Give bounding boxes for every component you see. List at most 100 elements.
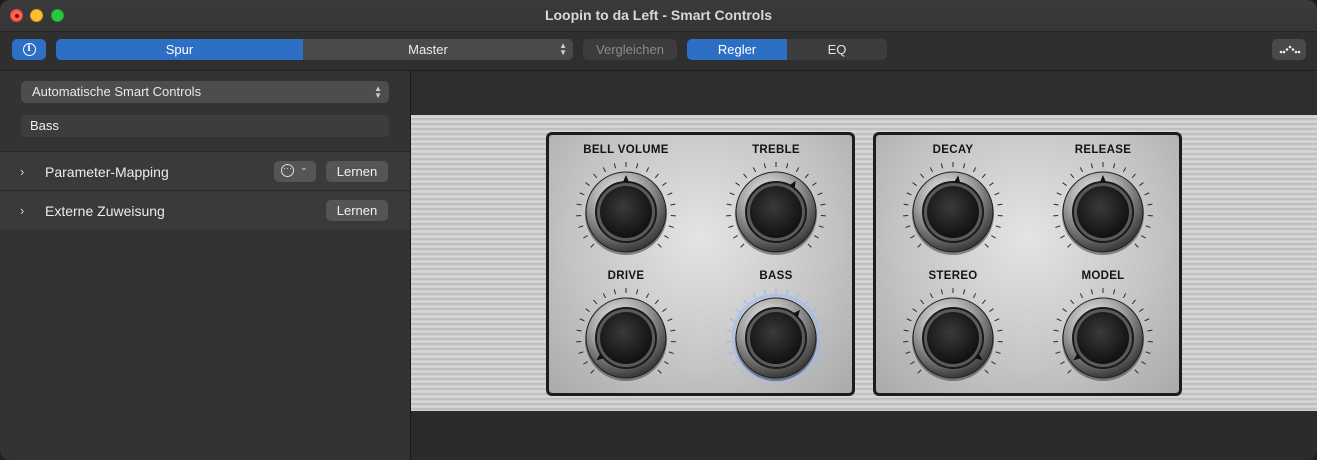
- knob-tick: [1144, 192, 1150, 196]
- knob-tick: [602, 293, 607, 299]
- smart-controls-window: Loopin to da Left - Smart Controls i Spu…: [0, 0, 1317, 460]
- knob-tick: [1062, 308, 1067, 312]
- chevron-updown-icon: ▲ ▼: [559, 41, 567, 57]
- knob-tick: [817, 192, 823, 196]
- knob-tick: [1113, 163, 1116, 169]
- dropdown-value: Automatische Smart Controls: [32, 84, 202, 99]
- knob-tick: [981, 173, 986, 179]
- knob-tick: [657, 369, 662, 374]
- knob-label-stereo: STEREO: [928, 270, 978, 282]
- knob-tick: [991, 235, 996, 239]
- knob-tick: [1053, 203, 1059, 206]
- knob-tick: [636, 289, 639, 295]
- knob-tick: [994, 318, 1000, 322]
- knob-tick: [1070, 299, 1075, 305]
- knob-tick: [912, 308, 917, 312]
- knob-tick: [804, 173, 809, 179]
- knob-tick: [1144, 318, 1150, 322]
- toolbar: i Spur Master ▲ ▼ Vergleichen Regler EQ: [0, 32, 1317, 71]
- master-segment[interactable]: Master ▲ ▼: [303, 39, 573, 60]
- knob-tick: [602, 167, 607, 173]
- knob-tick: [812, 308, 817, 312]
- decay-knob[interactable]: [901, 160, 1005, 264]
- knob-tick: [920, 173, 925, 179]
- window-title: Loopin to da Left - Smart Controls: [544, 7, 773, 23]
- learn-button-external-assignment[interactable]: Lernen: [326, 200, 388, 221]
- knob-tick: [995, 225, 1001, 228]
- knob-tick: [995, 351, 1001, 354]
- tab-eq[interactable]: EQ: [787, 39, 887, 60]
- knob-tick: [817, 318, 823, 322]
- knob-tick: [814, 361, 819, 365]
- knob-tick: [1055, 351, 1061, 354]
- knob-tick: [729, 318, 735, 322]
- knob-cap: [927, 186, 979, 238]
- knob-tick: [735, 308, 740, 312]
- knob-tick: [1141, 361, 1146, 365]
- tab-regler[interactable]: Regler: [687, 39, 787, 60]
- knob-tick: [578, 225, 584, 228]
- knob-tick: [1134, 243, 1139, 248]
- knob-tick: [1147, 203, 1153, 206]
- knob-tick: [593, 173, 598, 179]
- knob-tick: [912, 182, 917, 186]
- treble-knob[interactable]: [724, 160, 828, 264]
- knob-tick: [1113, 289, 1116, 295]
- inspector-panel: Automatische Smart Controls ▲ ▼ Bass › Pa…: [0, 71, 411, 460]
- stereo-knob[interactable]: [901, 286, 1005, 390]
- peak-view-button[interactable]: [1272, 39, 1306, 60]
- knob-tick: [1145, 225, 1151, 228]
- compare-button[interactable]: Vergleichen: [583, 39, 677, 60]
- knob-tick: [1067, 369, 1072, 374]
- smart-controls-name-field[interactable]: Bass: [21, 115, 389, 137]
- knob-tick: [903, 329, 909, 332]
- more-options-button[interactable]: ··· ⌄: [274, 161, 316, 182]
- learn-button-parameter-mapping[interactable]: Lernen: [326, 161, 388, 182]
- knob-tick: [583, 361, 588, 365]
- knob-tick: [1070, 173, 1075, 179]
- knob-tick: [1145, 351, 1151, 354]
- knob-tick: [1056, 318, 1062, 322]
- knob-tick: [585, 182, 590, 186]
- knob-tick: [590, 369, 595, 374]
- knob-tick: [645, 167, 650, 173]
- bell-volume-knob[interactable]: [574, 160, 678, 264]
- chevron-right-icon[interactable]: ›: [20, 203, 24, 218]
- drive-knob[interactable]: [574, 286, 678, 390]
- knob-tick: [903, 203, 909, 206]
- knob-tick: [1122, 167, 1127, 173]
- model-knob[interactable]: [1051, 286, 1155, 390]
- knob-tick: [1147, 329, 1153, 332]
- external-assignment-row[interactable]: › Externe Zuweisung Lernen: [0, 190, 410, 230]
- knob-tick: [1055, 225, 1061, 228]
- knob-tick: [735, 182, 740, 186]
- knob-tick: [1090, 289, 1093, 295]
- knob-tick: [1131, 173, 1136, 179]
- spur-segment[interactable]: Spur: [56, 39, 303, 60]
- knob-tick: [1079, 167, 1084, 173]
- knob-tick: [905, 351, 911, 354]
- release-knob[interactable]: [1051, 160, 1155, 264]
- knob-tick: [989, 308, 994, 312]
- knob-tick: [593, 299, 598, 305]
- knob-tick: [1060, 361, 1065, 365]
- bass-knob[interactable]: [724, 286, 828, 390]
- knob-tick: [654, 173, 659, 179]
- knob-tick: [579, 318, 585, 322]
- knob-panel-left: BELL VOLUME TREBLE DRIVE BASS: [546, 132, 855, 396]
- knob-tick: [740, 243, 745, 248]
- knob-tick: [613, 163, 616, 169]
- knob-tick: [667, 192, 673, 196]
- knob-tick: [1067, 243, 1072, 248]
- knob-tick: [728, 225, 734, 228]
- knob-tick: [940, 163, 943, 169]
- knob-tick: [1062, 182, 1067, 186]
- parameter-mapping-row[interactable]: › Parameter-Mapping ··· ⌄ Lernen: [0, 151, 410, 191]
- knob-label-release: RELEASE: [1074, 144, 1132, 156]
- knob-tick: [818, 351, 824, 354]
- inspector-toggle-button[interactable]: i: [12, 39, 46, 60]
- smart-controls-layout-dropdown[interactable]: Automatische Smart Controls ▲ ▼: [21, 81, 389, 103]
- knob-tick: [786, 163, 789, 169]
- chevron-right-icon[interactable]: ›: [20, 164, 24, 179]
- knob-tick: [668, 351, 674, 354]
